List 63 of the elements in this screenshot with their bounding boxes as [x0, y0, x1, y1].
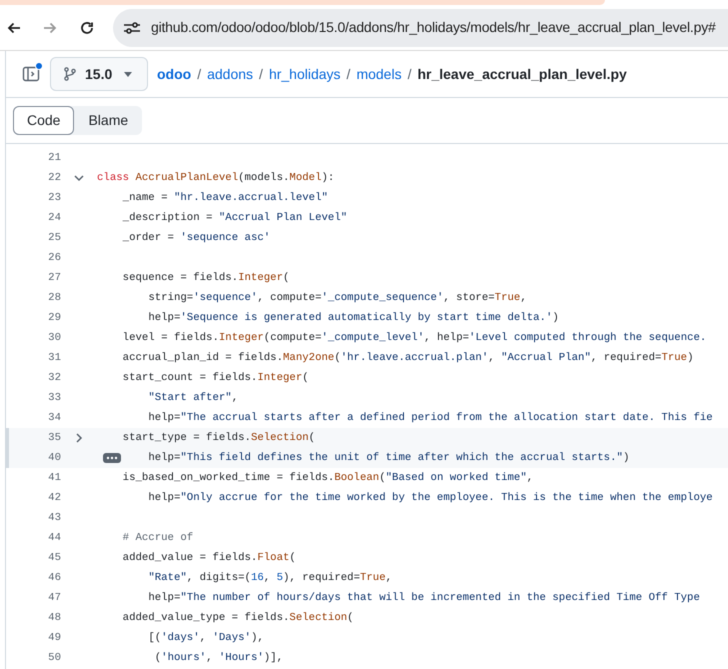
code-line: start_type = fields.Selection( [122, 430, 316, 446]
line-number: 47 [47, 590, 61, 606]
code-line: _order = 'sequence asc' [122, 230, 270, 246]
line-number: 43 [47, 510, 61, 526]
line-number: 28 [47, 290, 61, 306]
code-line: added_value_type = fields.Selection( [122, 610, 354, 626]
line-number: 31 [47, 350, 61, 366]
line-number: 29 [47, 310, 61, 326]
view-tab[interactable]: Blame [74, 106, 142, 135]
code-line: _name = "hr.leave.accrual.level" [122, 190, 328, 206]
breadcrumb-link[interactable]: odoo [157, 64, 192, 84]
line-number: 27 [47, 270, 61, 286]
line-number: 24 [47, 210, 61, 226]
breadcrumb-link[interactable]: hr_holidays [268, 64, 341, 84]
line-number: 25 [47, 230, 61, 246]
breadcrumb-separator: / [259, 64, 263, 84]
code-line: is_based_on_worked_time = fields.Boolean("Based on worked time", [122, 470, 534, 486]
code-line: [('days', 'Days'), [148, 630, 264, 646]
line-number: 40 [47, 450, 61, 466]
breadcrumb-separator: / [408, 64, 412, 84]
code-line: accrual_plan_id = fields.Many2one('hr.leave.accrual.plan', "Accrual Plan", required=True) [122, 350, 694, 366]
line-number: 34 [47, 410, 61, 426]
code-line: # Accrue of [122, 530, 194, 546]
view-tab[interactable]: Code [13, 106, 74, 135]
line-number: 41 [47, 470, 61, 486]
code-line: class AccrualPlanLevel(models.Model): [97, 170, 334, 186]
code-line: "Start after", [148, 390, 238, 406]
line-number: 35 [47, 430, 61, 446]
code-line: string='sequence', compute='_compute_sequence', store=True, [148, 290, 527, 306]
code-line: added_value = fields.Float( [122, 550, 296, 566]
code-line: level = fields.Integer(compute='_compute_level', help='Level computed through the sequence. [122, 330, 706, 346]
line-number: 22 [47, 170, 61, 186]
line-number: 30 [47, 330, 61, 346]
line-number: 48 [47, 610, 61, 626]
breadcrumb-link[interactable]: models [356, 64, 402, 84]
code-line: _description = "Accrual Plan Level" [122, 210, 348, 226]
line-number: 23 [47, 190, 61, 206]
code-line: help="This field defines the unit of time after which the accrual starts.") [148, 450, 630, 466]
breadcrumb-separator: / [197, 64, 202, 84]
code-line: ('hours', 'Hours')], [154, 650, 284, 666]
code-line: sequence = fields.Integer( [122, 270, 290, 286]
line-number: 26 [47, 250, 61, 266]
breadcrumb-separator: / [346, 64, 350, 84]
code-line: help="The number of hours/days that will be incremented in the specified Time Off Type [148, 590, 700, 606]
line-number: 21 [47, 150, 61, 166]
code-line: "Rate", digits=(16, 5), required=True, [148, 570, 392, 586]
line-number: 33 [47, 390, 61, 406]
code-line: help="Only accrue for the time worked by the employee. This is the time when the employe [148, 490, 713, 506]
line-number: 45 [47, 550, 61, 566]
code-line: help="The accrual starts after a defined period from the allocation start date. This fie [148, 410, 713, 426]
branch-button[interactable]: 15.0 [50, 57, 148, 91]
file-name: hr_leave_accrual_plan_level.py [417, 64, 627, 84]
breadcrumb-link[interactable]: addons [207, 64, 254, 84]
code-line: start_count = fields.Integer( [122, 370, 309, 386]
line-number: 42 [47, 490, 61, 506]
line-number: 50 [47, 650, 61, 666]
line-number: 32 [47, 370, 61, 386]
line-number: 46 [47, 570, 61, 586]
url-text: github.com/odoo/odoo/blob/15.0/addons/hr_holidays/models/hr_leave_accrual_plan_level.py# [151, 18, 716, 37]
address-bar[interactable]: github.com/odoo/odoo/blob/15.0/addons/hr_holidays/models/hr_leave_accrual_plan_level.py# [113, 8, 728, 46]
code-line: help='Sequence is generated automatically by start time delta.') [148, 310, 559, 326]
line-number: 49 [47, 630, 61, 646]
line-number: 44 [47, 530, 61, 546]
